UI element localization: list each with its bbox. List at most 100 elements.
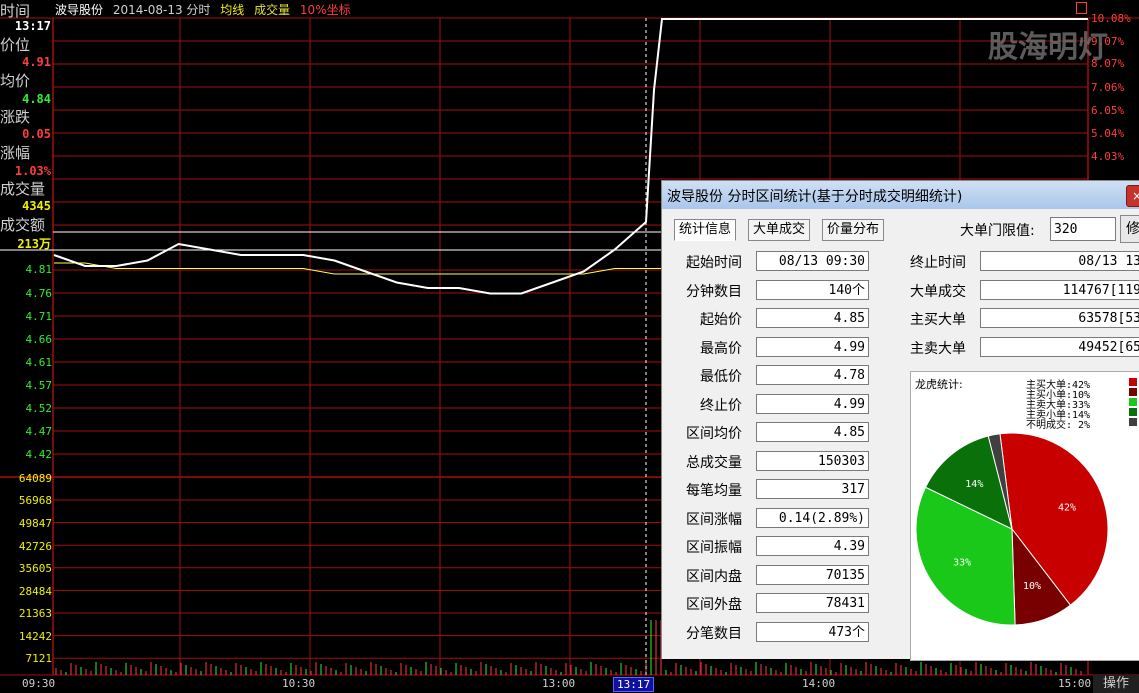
pie-label: 10% <box>1023 581 1041 592</box>
price-tick: 4.66 <box>25 333 53 346</box>
tab-big-orders[interactable]: 大单成交 <box>748 219 811 241</box>
volume-tick: 64089 <box>18 472 52 485</box>
price-tick: 4.57 <box>25 379 53 392</box>
field-label: 分钟数目 <box>686 283 742 300</box>
close-button[interactable]: × <box>1126 185 1139 207</box>
time-cursor-tick: 13:17 <box>613 677 655 692</box>
watermark: 股海明灯 <box>988 30 1108 65</box>
field-label: 区间振幅 <box>686 540 742 556</box>
field-value: 78431 <box>756 593 869 613</box>
big-order-label: 终止时间 <box>910 255 966 271</box>
field-value: 140个 <box>756 279 869 300</box>
field-value: 317 <box>756 479 869 499</box>
price-tick: 4.42 <box>25 448 53 461</box>
time-tick: 13:00 <box>542 677 576 690</box>
volume-tick: 7121 <box>25 652 53 665</box>
legend-swatch <box>1129 378 1137 386</box>
volume-tick: 49847 <box>18 517 52 530</box>
big-order-label: 主买大单 <box>910 312 966 328</box>
volume-tick: 21363 <box>18 607 52 620</box>
dialog-title-bar[interactable]: 波导股份 分时区间统计(基于分时成交明细统计) <box>662 181 1139 209</box>
big-order-label: 主卖大单 <box>910 340 966 357</box>
price-tick: 4.52 <box>25 402 53 415</box>
operate-button[interactable]: 操作 <box>1093 675 1139 693</box>
pct-tick: 6.05% <box>1091 104 1125 117</box>
price-tick: 4.47 <box>25 425 53 438</box>
volume-tick: 35605 <box>18 562 52 575</box>
pie-chart: 42% 10% 33% 14% <box>915 432 1109 626</box>
price-axis: 4.81 4.76 4.71 4.66 4.61 4.57 4.52 4.47 … <box>0 0 53 693</box>
field-label: 最高价 <box>700 340 742 357</box>
field-label: 终止价 <box>700 397 742 414</box>
volume-tick: 42726 <box>18 540 52 553</box>
tab-stats[interactable]: 统计信息 <box>674 219 737 241</box>
chart-title-bar: 波导股份 2014-08-13 分时 均线 成交量 10%坐标 <box>55 1 357 17</box>
pct-tick: 5.04% <box>1091 127 1125 140</box>
field-value: 4.99 <box>756 336 869 357</box>
pie-label: 14% <box>965 479 983 490</box>
date-mode: 2014-08-13 分时 <box>112 3 211 17</box>
field-value: 4.99 <box>756 393 869 414</box>
longhu-stats-panel: 龙虎统计: 主买大单:42% 主买小单:10% 主卖大单:33% 主卖小单:14% 不明… <box>910 371 1139 661</box>
legend-swatch <box>1129 418 1137 426</box>
field-label: 区间涨幅 <box>686 511 742 528</box>
pct-tick: 10.08% <box>1091 12 1131 25</box>
stock-name: 波导股份 <box>55 3 104 17</box>
time-tick: 09:30 <box>22 677 56 690</box>
volume-tick: 28484 <box>18 585 52 598</box>
coord-legend[interactable]: 10%坐标 <box>300 3 351 17</box>
longhu-label: 龙虎统计: <box>915 378 963 391</box>
big-order-value: 114767[119 <box>980 279 1139 300</box>
field-label: 区间外盘 <box>686 597 742 613</box>
time-tick: 14:00 <box>802 677 836 690</box>
field-value: 473个 <box>756 621 869 642</box>
interval-stats-dialog[interactable]: 波导股份 分时区间统计(基于分时成交明细统计) × 统计信息 大单成交 价量分布… <box>661 180 1139 661</box>
pct-tick: 4.03% <box>1091 150 1125 163</box>
price-tick: 4.76 <box>25 287 53 300</box>
field-value: 0.14(2.89%) <box>756 507 869 528</box>
pct-tick: 9.07% <box>1091 35 1125 48</box>
field-label: 每笔均量 <box>686 483 742 499</box>
field-label: 总成交量 <box>686 454 742 471</box>
field-label: 区间内盘 <box>686 568 742 585</box>
big-order-label: 大单成交 <box>910 283 966 300</box>
legend-item: 不明成交: 2% <box>1026 420 1091 431</box>
big-order-value: 63578[53 <box>980 308 1139 328</box>
volume-legend[interactable]: 成交量 <box>254 3 290 17</box>
field-label: 区间均价 <box>686 426 742 442</box>
threshold-input[interactable]: 320 <box>1050 217 1116 241</box>
legend-swatch <box>1129 398 1137 406</box>
volume-tick: 56968 <box>18 494 52 507</box>
field-value: 150303 <box>756 450 869 471</box>
legend-swatch <box>1129 388 1137 396</box>
tab-price-volume[interactable]: 价量分布 <box>822 219 885 241</box>
field-label: 起始时间 <box>686 255 742 271</box>
field-label: 最低价 <box>700 369 742 385</box>
field-label: 分笔数目 <box>686 625 742 642</box>
big-order-value: 08/13 13 <box>980 251 1139 271</box>
volume-tick: 14242 <box>18 630 52 643</box>
threshold-label: 大单门限值: <box>960 223 1035 239</box>
price-tick: 4.71 <box>25 310 53 323</box>
field-value: 70135 <box>756 564 869 585</box>
legend-swatch <box>1129 408 1137 416</box>
pie-label: 42% <box>1058 502 1076 513</box>
pie-label: 33% <box>953 557 971 568</box>
field-value: 4.39 <box>756 536 869 556</box>
dialog-title: 波导股份 分时区间统计(基于分时成交明细统计) <box>667 189 963 205</box>
price-tick: 4.81 <box>25 263 53 276</box>
field-value: 08/13 09:30 <box>756 251 869 271</box>
field-value: 4.78 <box>756 365 869 385</box>
big-order-value: 49452[65 <box>980 336 1139 357</box>
pct-tick: 8.07% <box>1091 57 1125 70</box>
price-tick: 4.61 <box>25 356 53 369</box>
pct-tick: 7.06% <box>1091 81 1125 94</box>
avg-line-legend[interactable]: 均线 <box>220 3 244 17</box>
time-tick: 15:00 <box>1058 677 1092 690</box>
field-value: 4.85 <box>756 308 869 328</box>
field-label: 起始价 <box>700 312 742 328</box>
time-tick: 10:30 <box>282 677 316 690</box>
field-value: 4.85 <box>756 422 869 442</box>
window-icon[interactable] <box>1076 2 1087 14</box>
modify-button[interactable]: 修 <box>1120 215 1139 243</box>
